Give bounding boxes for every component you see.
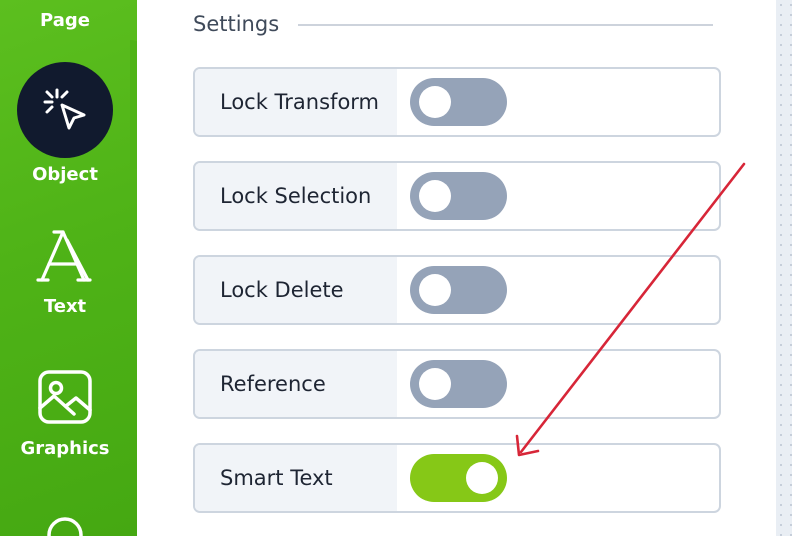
sidebar-item-object[interactable]: Object	[0, 62, 130, 185]
setting-label: Lock Selection	[220, 184, 372, 208]
settings-panel: Settings Lock Transform Lock Selection L…	[137, 0, 776, 536]
lock-delete-toggle[interactable]	[410, 266, 507, 314]
smart-text-toggle[interactable]	[410, 454, 507, 502]
image-icon	[0, 368, 130, 426]
text-icon	[0, 226, 130, 286]
lock-transform-toggle[interactable]	[410, 78, 507, 126]
sidebar-item-more[interactable]	[0, 510, 130, 536]
sidebar-item-label: Page	[40, 10, 90, 31]
toggle-knob	[419, 274, 451, 306]
shapes-icon	[0, 510, 130, 536]
settings-section-title: Settings	[193, 12, 280, 36]
setting-row-reference: Reference	[193, 349, 721, 419]
setting-label: Lock Delete	[220, 278, 344, 302]
sidebar-item-page[interactable]: Page	[0, 10, 130, 31]
sidebar-item-label: Object	[32, 164, 98, 185]
toggle-knob	[419, 86, 451, 118]
sidebar-item-label: Text	[43, 296, 87, 317]
setting-row-smart-text: Smart Text	[193, 443, 721, 513]
sidebar: Page Object Text Graphics	[0, 0, 137, 536]
setting-row-lock-delete: Lock Delete	[193, 255, 721, 325]
section-divider	[298, 24, 713, 26]
setting-label: Smart Text	[220, 466, 333, 490]
object-cursor-icon	[17, 62, 113, 158]
setting-row-lock-selection: Lock Selection	[193, 161, 721, 231]
sidebar-item-graphics[interactable]: Graphics	[0, 368, 130, 459]
toggle-knob	[466, 462, 498, 494]
lock-selection-toggle[interactable]	[410, 172, 507, 220]
setting-label: Reference	[220, 372, 326, 396]
setting-row-lock-transform: Lock Transform	[193, 67, 721, 137]
reference-toggle[interactable]	[410, 360, 507, 408]
canvas-edge-strip	[776, 0, 792, 536]
setting-label: Lock Transform	[220, 90, 380, 114]
sidebar-item-label: Graphics	[20, 438, 110, 459]
toggle-knob	[419, 368, 451, 400]
sidebar-item-text[interactable]: Text	[0, 226, 130, 317]
toggle-knob	[419, 180, 451, 212]
